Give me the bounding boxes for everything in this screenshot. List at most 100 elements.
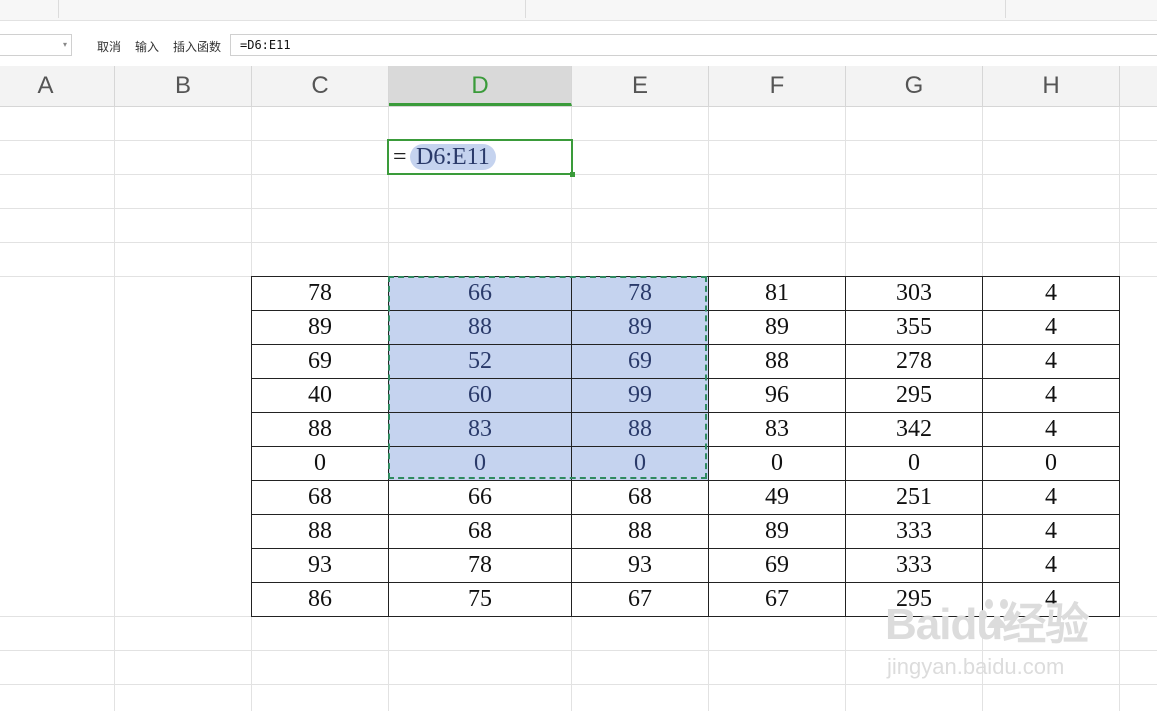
formula-equals: =: [393, 144, 407, 170]
table-cell[interactable]: 69: [708, 548, 846, 583]
table-cell[interactable]: 68: [251, 480, 389, 515]
table-cell[interactable]: 89: [708, 514, 846, 549]
table-cell[interactable]: 88: [251, 514, 389, 549]
toolbar-separator: [525, 0, 526, 18]
table-cell[interactable]: 295: [845, 378, 983, 413]
table-cell[interactable]: 355: [845, 310, 983, 345]
table-cell[interactable]: 89: [251, 310, 389, 345]
table-row: 89 88 89 89 355 4: [251, 310, 1120, 345]
enter-button[interactable]: 输入: [135, 38, 159, 55]
table-cell[interactable]: 69: [251, 344, 389, 379]
baidu-watermark: Baidu经验 jingyan.baidu.com: [885, 588, 1110, 688]
table-row: 68 66 68 49 251 4: [251, 480, 1120, 515]
table-cell[interactable]: 4: [982, 548, 1120, 583]
column-header-h[interactable]: H: [983, 66, 1120, 106]
table-cell[interactable]: 333: [845, 548, 983, 583]
formula-bar: ▾ 取消 输入 插入函数 =D6:E11: [0, 29, 1157, 61]
column-header-d[interactable]: D: [389, 66, 572, 106]
table-row: 93 78 93 69 333 4: [251, 548, 1120, 583]
name-box[interactable]: ▾: [0, 34, 72, 56]
table-row: 69 52 69 88 278 4: [251, 344, 1120, 379]
table-cell[interactable]: 86: [251, 582, 389, 617]
table-cell[interactable]: 60: [388, 378, 572, 413]
grid-line: [114, 107, 115, 711]
table-cell[interactable]: 0: [708, 446, 846, 481]
table-row: 78 66 78 81 303 4: [251, 276, 1120, 311]
table-cell[interactable]: 0: [982, 446, 1120, 481]
grid-line: [0, 174, 1157, 175]
table-cell[interactable]: 67: [708, 582, 846, 617]
table-cell[interactable]: 278: [845, 344, 983, 379]
column-header-e[interactable]: E: [572, 66, 709, 106]
table-cell[interactable]: 0: [251, 446, 389, 481]
table-cell[interactable]: 4: [982, 514, 1120, 549]
ribbon-toolbar: [0, 0, 1157, 21]
table-cell[interactable]: 99: [571, 378, 709, 413]
table-cell[interactable]: 68: [571, 480, 709, 515]
toolbar-separator: [1005, 0, 1006, 18]
table-cell[interactable]: 0: [845, 446, 983, 481]
range-reference-token: D6:E11: [410, 144, 496, 170]
active-edit-cell[interactable]: = D6:E11: [387, 139, 575, 177]
table-cell[interactable]: 78: [388, 548, 572, 583]
table-cell[interactable]: 4: [982, 344, 1120, 379]
table-cell[interactable]: 52: [388, 344, 572, 379]
table-cell[interactable]: 88: [708, 344, 846, 379]
data-table: 78 66 78 81 303 4 89 88 89 89 355 4 69 52 69 88 278 4 40 60…: [251, 276, 1120, 617]
table-cell[interactable]: 4: [982, 276, 1120, 311]
chevron-down-icon[interactable]: ▾: [63, 40, 67, 49]
table-row: 000000: [251, 446, 1120, 481]
table-row: 40 60 99 96 295 4: [251, 378, 1120, 413]
column-header-row: A B C D E F G H: [0, 66, 1157, 107]
table-cell[interactable]: 303: [845, 276, 983, 311]
paw-icon: [979, 599, 1014, 628]
fill-handle[interactable]: [570, 172, 575, 177]
grid-line: [0, 140, 1157, 141]
table-cell[interactable]: 69: [571, 344, 709, 379]
table-cell[interactable]: 4: [982, 310, 1120, 345]
table-cell[interactable]: 49: [708, 480, 846, 515]
table-cell[interactable]: 78: [571, 276, 709, 311]
column-header-c[interactable]: C: [252, 66, 389, 106]
grid-line: [0, 208, 1157, 209]
table-cell[interactable]: 88: [388, 310, 572, 345]
table-cell[interactable]: 89: [708, 310, 846, 345]
table-cell[interactable]: 83: [708, 412, 846, 447]
column-header-a[interactable]: A: [0, 66, 115, 106]
grid-line: [0, 242, 1157, 243]
table-cell[interactable]: 96: [708, 378, 846, 413]
table-cell[interactable]: 83: [388, 412, 572, 447]
table-cell[interactable]: 75: [388, 582, 572, 617]
table-cell[interactable]: 88: [571, 514, 709, 549]
table-cell[interactable]: 78: [251, 276, 389, 311]
cancel-button[interactable]: 取消: [97, 38, 121, 55]
table-cell[interactable]: 4: [982, 378, 1120, 413]
watermark-url: jingyan.baidu.com: [887, 654, 1065, 679]
table-cell[interactable]: 0: [388, 446, 572, 481]
table-cell[interactable]: 333: [845, 514, 983, 549]
table-cell[interactable]: 66: [388, 480, 572, 515]
table-cell[interactable]: 4: [982, 412, 1120, 447]
table-cell[interactable]: 89: [571, 310, 709, 345]
column-header-f[interactable]: F: [709, 66, 846, 106]
table-cell[interactable]: 67: [571, 582, 709, 617]
table-cell[interactable]: 342: [845, 412, 983, 447]
insert-function-button[interactable]: 插入函数: [173, 38, 221, 55]
table-cell[interactable]: 81: [708, 276, 846, 311]
table-cell[interactable]: 4: [982, 480, 1120, 515]
table-cell[interactable]: 40: [251, 378, 389, 413]
table-cell[interactable]: 68: [388, 514, 572, 549]
formula-input[interactable]: =D6:E11: [230, 34, 1157, 56]
toolbar-separator: [58, 0, 59, 18]
table-cell[interactable]: 66: [388, 276, 572, 311]
formula-text: =D6:E11: [240, 38, 291, 52]
table-cell[interactable]: 88: [251, 412, 389, 447]
table-cell[interactable]: 88: [571, 412, 709, 447]
table-row: 88 68 88 89 333 4: [251, 514, 1120, 549]
table-cell[interactable]: 93: [251, 548, 389, 583]
table-cell[interactable]: 0: [571, 446, 709, 481]
table-cell[interactable]: 251: [845, 480, 983, 515]
column-header-g[interactable]: G: [846, 66, 983, 106]
column-header-b[interactable]: B: [115, 66, 252, 106]
table-cell[interactable]: 93: [571, 548, 709, 583]
